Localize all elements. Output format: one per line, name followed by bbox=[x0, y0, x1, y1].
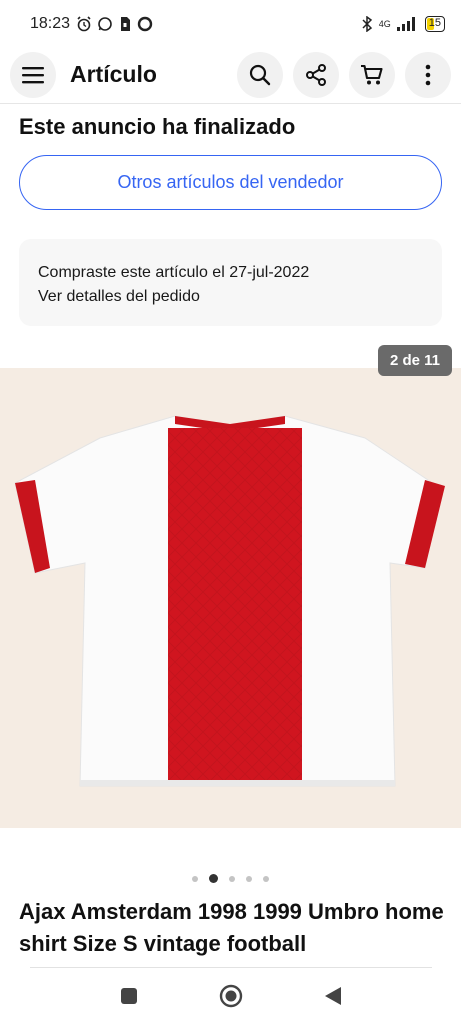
status-time: 18:23 bbox=[30, 15, 71, 32]
hamburger-menu-icon bbox=[22, 66, 44, 83]
app-header: Artículo bbox=[0, 46, 461, 104]
status-right: 4G 15 bbox=[361, 16, 445, 32]
back-button[interactable] bbox=[282, 968, 384, 1024]
item-title: Ajax Amsterdam 1998 1999 Umbro home shir… bbox=[19, 899, 444, 956]
search-button[interactable] bbox=[237, 51, 283, 98]
shirt-image bbox=[14, 415, 445, 787]
home-button[interactable] bbox=[180, 968, 282, 1024]
alarm-icon bbox=[77, 16, 91, 32]
battery-icon: 15 bbox=[424, 16, 445, 32]
status-icons bbox=[76, 16, 153, 32]
recents-button[interactable] bbox=[78, 968, 180, 1024]
status-bar: 18:23 4G 15 bbox=[0, 0, 461, 48]
purchase-info-card: Compraste este artículo el 27-jul-2022 V… bbox=[19, 239, 442, 326]
gallery-dot[interactable] bbox=[192, 875, 198, 882]
cart-icon bbox=[361, 64, 383, 84]
battery-level: 15 bbox=[428, 17, 441, 29]
system-nav-bar bbox=[0, 968, 461, 1024]
image-counter-badge: 2 de 11 bbox=[378, 345, 452, 376]
bluetooth-icon bbox=[362, 16, 372, 32]
seller-items-button[interactable]: Otros artículos del vendedor bbox=[19, 155, 442, 210]
page-title: Artículo bbox=[70, 61, 157, 87]
network-type: 4G bbox=[378, 19, 391, 29]
gallery-dot[interactable] bbox=[263, 875, 269, 882]
purchase-date-text: Compraste este artículo el 27-jul-2022 bbox=[38, 264, 310, 281]
home-circle-icon bbox=[219, 984, 242, 1008]
circle-app-icon bbox=[137, 16, 153, 32]
item-image[interactable] bbox=[0, 368, 461, 828]
share-icon bbox=[306, 63, 326, 86]
order-details-link[interactable]: Ver detalles del pedido bbox=[38, 285, 423, 309]
gallery-dot[interactable] bbox=[229, 875, 235, 882]
gallery-dot-active[interactable] bbox=[209, 874, 218, 883]
menu-button[interactable] bbox=[10, 51, 56, 98]
listing-ended-heading: Este anuncio ha finalizado bbox=[19, 114, 296, 139]
whatsapp-icon bbox=[98, 17, 112, 31]
search-icon bbox=[249, 64, 271, 85]
recents-square-icon bbox=[120, 988, 137, 1004]
cart-button[interactable] bbox=[349, 51, 395, 98]
signal-icon bbox=[396, 17, 415, 31]
header-actions bbox=[237, 51, 451, 98]
more-button[interactable] bbox=[405, 51, 451, 98]
gallery-dots bbox=[0, 874, 461, 883]
share-button[interactable] bbox=[293, 51, 339, 98]
back-triangle-icon bbox=[324, 987, 341, 1005]
sim-icon bbox=[121, 17, 131, 31]
more-vertical-icon bbox=[425, 64, 431, 85]
gallery-dot[interactable] bbox=[246, 875, 252, 882]
